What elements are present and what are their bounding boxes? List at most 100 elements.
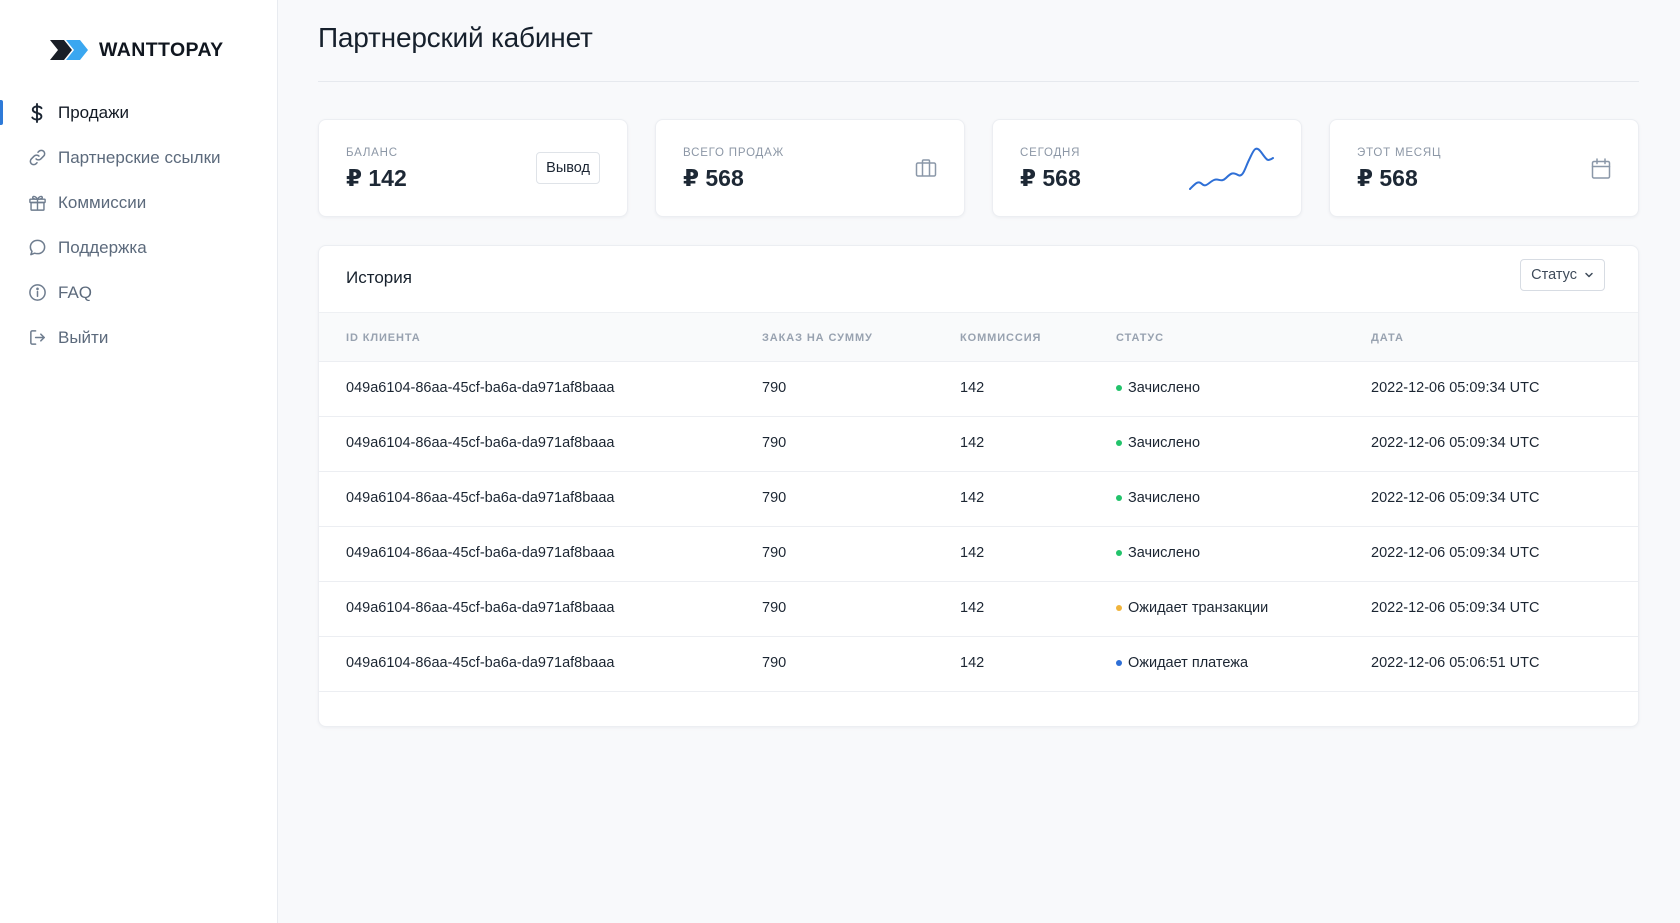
sidebar-item-label: Партнерские ссылки <box>58 147 221 167</box>
table-row[interactable]: 049a6104-86aa-45cf-ba6a-da971af8baaa 790… <box>319 417 1638 472</box>
cell-order-sum: 790 <box>762 380 787 396</box>
status-dot <box>1116 660 1122 666</box>
cell-commission: 142 <box>960 435 985 451</box>
status-dot <box>1116 605 1122 611</box>
dollar-icon <box>27 102 47 123</box>
gift-icon <box>27 193 47 213</box>
brand-logo[interactable]: WANTTOPAY <box>50 38 224 62</box>
sparkline-chart-icon <box>1189 147 1274 190</box>
column-header-order-sum[interactable]: Заказ на сумму <box>762 332 873 344</box>
chat-bubble-icon <box>27 238 47 258</box>
history-panel: История Статус ID клиента Заказ на сумму… <box>318 245 1639 727</box>
cell-commission: 142 <box>960 545 985 561</box>
status-text: Зачислено <box>1128 545 1201 561</box>
title-divider <box>318 81 1639 82</box>
cell-date: 2022-12-06 05:09:34 UTC <box>1371 435 1540 451</box>
card-label: Сегодня <box>1020 147 1081 159</box>
cell-commission: 142 <box>960 600 985 616</box>
cell-client-id: 049a6104-86aa-45cf-ba6a-da971af8baaa <box>346 380 615 396</box>
status-text: Зачислено <box>1128 490 1201 506</box>
cell-order-sum: 790 <box>762 435 787 451</box>
column-header-commission[interactable]: Коммиссия <box>960 332 1041 344</box>
status-text: Ожидает платежа <box>1128 655 1249 671</box>
cell-date: 2022-12-06 05:09:34 UTC <box>1371 545 1540 561</box>
briefcase-icon <box>915 158 937 183</box>
table-row[interactable]: 049a6104-86aa-45cf-ba6a-da971af8baaa 790… <box>319 582 1638 637</box>
card-value: ₽ 568 <box>683 165 744 191</box>
sidebar-item-label: FAQ <box>58 282 93 302</box>
stats-cards: Баланс ₽ 142 Вывод Всего продаж ₽ 568 Се… <box>318 119 1639 217</box>
sidebar-item-label: Коммиссии <box>58 192 147 212</box>
status-text: Ожидает транзакции <box>1128 600 1269 616</box>
table-row[interactable]: 049a6104-86aa-45cf-ba6a-da971af8baaa 790… <box>319 362 1638 417</box>
today-card: Сегодня ₽ 568 <box>992 119 1302 217</box>
cell-commission: 142 <box>960 655 985 671</box>
status-dot <box>1116 495 1122 501</box>
table-row[interactable]: 049a6104-86aa-45cf-ba6a-da971af8baaa 790… <box>319 527 1638 582</box>
cell-order-sum: 790 <box>762 490 787 506</box>
cell-client-id: 049a6104-86aa-45cf-ba6a-da971af8baaa <box>346 435 615 451</box>
card-label: Этот месяц <box>1357 147 1442 159</box>
status-dot <box>1116 385 1122 391</box>
sidebar-item-commissions[interactable]: Коммиссии <box>0 180 278 225</box>
cell-status: Зачислено <box>1116 435 1200 451</box>
column-header-status[interactable]: Статус <box>1116 332 1164 344</box>
page-title: Партнерский кабинет <box>318 22 593 53</box>
sidebar: WANTTOPAY Продажи Партнерские ссылки Ком… <box>0 0 278 923</box>
card-label: Баланс <box>346 147 398 159</box>
sidebar-item-label: Продажи <box>58 102 129 122</box>
history-title: История <box>346 268 412 287</box>
sidebar-item-partner-links[interactable]: Партнерские ссылки <box>0 135 278 180</box>
brand-name: WANTTOPAY <box>99 38 224 61</box>
cell-commission: 142 <box>960 490 985 506</box>
table-row[interactable]: 049a6104-86aa-45cf-ba6a-da971af8baaa 790… <box>319 472 1638 527</box>
card-value: ₽ 142 <box>346 165 407 191</box>
column-header-client-id[interactable]: ID клиента <box>346 332 421 344</box>
status-dot <box>1116 550 1122 556</box>
logo-chevrons-icon <box>50 40 88 60</box>
card-label: Всего продаж <box>683 147 785 159</box>
cell-client-id: 049a6104-86aa-45cf-ba6a-da971af8baaa <box>346 545 615 561</box>
info-circle-icon <box>27 283 47 303</box>
logout-icon <box>27 328 47 348</box>
cell-order-sum: 790 <box>762 655 787 671</box>
cell-status: Ожидает транзакции <box>1116 600 1268 616</box>
sidebar-item-label: Поддержка <box>58 237 147 257</box>
status-filter-label: Статус <box>1531 267 1577 283</box>
table-row[interactable]: 049a6104-86aa-45cf-ba6a-da971af8baaa 790… <box>319 637 1638 692</box>
sidebar-item-support[interactable]: Поддержка <box>0 225 278 270</box>
cell-status: Зачислено <box>1116 545 1200 561</box>
status-dot <box>1116 440 1122 446</box>
cell-order-sum: 790 <box>762 545 787 561</box>
sidebar-item-label: Выйти <box>58 327 109 347</box>
sidebar-item-logout[interactable]: Выйти <box>0 315 278 360</box>
sidebar-nav: Продажи Партнерские ссылки Коммиссии Под… <box>0 90 278 360</box>
table-header: ID клиента Заказ на сумму Коммиссия Стат… <box>319 312 1638 362</box>
cell-client-id: 049a6104-86aa-45cf-ba6a-da971af8baaa <box>346 600 615 616</box>
chevron-down-icon <box>1584 270 1594 280</box>
cell-commission: 142 <box>960 380 985 396</box>
sidebar-item-faq[interactable]: FAQ <box>0 270 278 315</box>
link-icon <box>27 148 47 168</box>
total-sales-card: Всего продаж ₽ 568 <box>655 119 965 217</box>
cell-status: Ожидает платежа <box>1116 655 1248 671</box>
card-value: ₽ 568 <box>1357 165 1418 191</box>
cell-date: 2022-12-06 05:06:51 UTC <box>1371 655 1540 671</box>
status-text: Зачислено <box>1128 380 1201 396</box>
column-header-date[interactable]: Дата <box>1371 332 1404 344</box>
status-text: Зачислено <box>1128 435 1201 451</box>
cell-client-id: 049a6104-86aa-45cf-ba6a-da971af8baaa <box>346 655 615 671</box>
balance-card: Баланс ₽ 142 Вывод <box>318 119 628 217</box>
cell-order-sum: 790 <box>762 600 787 616</box>
cell-status: Зачислено <box>1116 380 1200 396</box>
withdraw-button[interactable]: Вывод <box>536 152 600 184</box>
sidebar-item-sales[interactable]: Продажи <box>0 90 278 135</box>
status-filter-dropdown[interactable]: Статус <box>1520 259 1605 291</box>
cell-date: 2022-12-06 05:09:34 UTC <box>1371 380 1540 396</box>
cell-client-id: 049a6104-86aa-45cf-ba6a-da971af8baaa <box>346 490 615 506</box>
card-value: ₽ 568 <box>1020 165 1081 191</box>
calendar-icon <box>1591 158 1611 185</box>
cell-status: Зачислено <box>1116 490 1200 506</box>
cell-date: 2022-12-06 05:09:34 UTC <box>1371 600 1540 616</box>
month-card: Этот месяц ₽ 568 <box>1329 119 1639 217</box>
